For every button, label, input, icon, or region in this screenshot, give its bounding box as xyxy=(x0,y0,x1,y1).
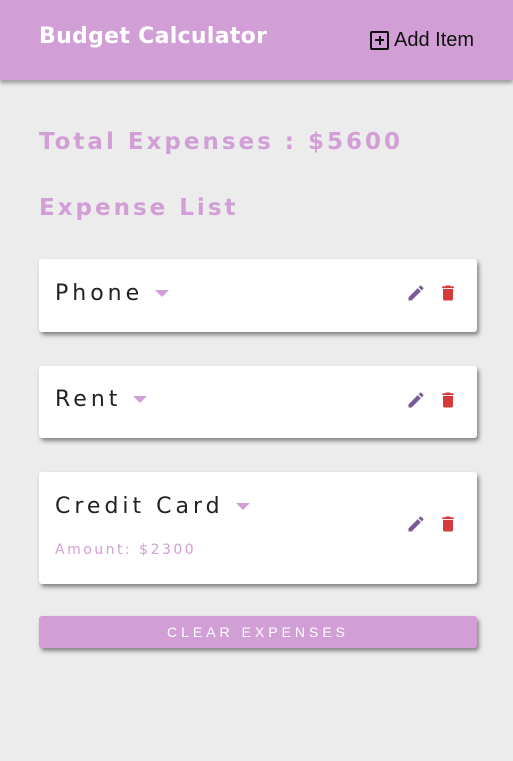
expense-card: Phone xyxy=(39,259,477,332)
pencil-icon[interactable] xyxy=(406,514,426,534)
expense-name: Rent xyxy=(55,387,122,412)
total-expenses: Total Expenses : $5600 xyxy=(39,129,404,155)
app-header: Budget Calculator Add Item xyxy=(0,0,513,80)
expense-list-title: Expense List xyxy=(39,195,239,221)
trash-icon[interactable] xyxy=(438,283,458,303)
caret-down-icon[interactable] xyxy=(155,290,170,297)
add-item-button[interactable]: Add Item xyxy=(370,28,474,52)
pencil-icon[interactable] xyxy=(406,283,426,303)
caret-down-icon[interactable] xyxy=(235,503,250,510)
expense-card: Rent xyxy=(39,366,477,438)
clear-expenses-button[interactable]: CLEAR EXPENSES xyxy=(39,616,477,648)
expense-amount: Amount: $2300 xyxy=(55,542,197,558)
expense-name-row: Credit Card xyxy=(55,494,250,519)
trash-icon[interactable] xyxy=(438,514,458,534)
expense-name-row: Phone xyxy=(55,281,170,306)
expense-name: Credit Card xyxy=(55,494,224,519)
pencil-icon[interactable] xyxy=(406,390,426,410)
app-title: Budget Calculator xyxy=(39,24,268,49)
expense-name-row: Rent xyxy=(55,387,148,412)
plus-square-icon xyxy=(370,30,389,50)
expense-name: Phone xyxy=(55,281,144,306)
trash-icon[interactable] xyxy=(438,390,458,410)
caret-down-icon[interactable] xyxy=(133,396,148,403)
add-item-label: Add Item xyxy=(394,28,475,51)
expense-card: Credit Card Amount: $2300 xyxy=(39,472,477,584)
